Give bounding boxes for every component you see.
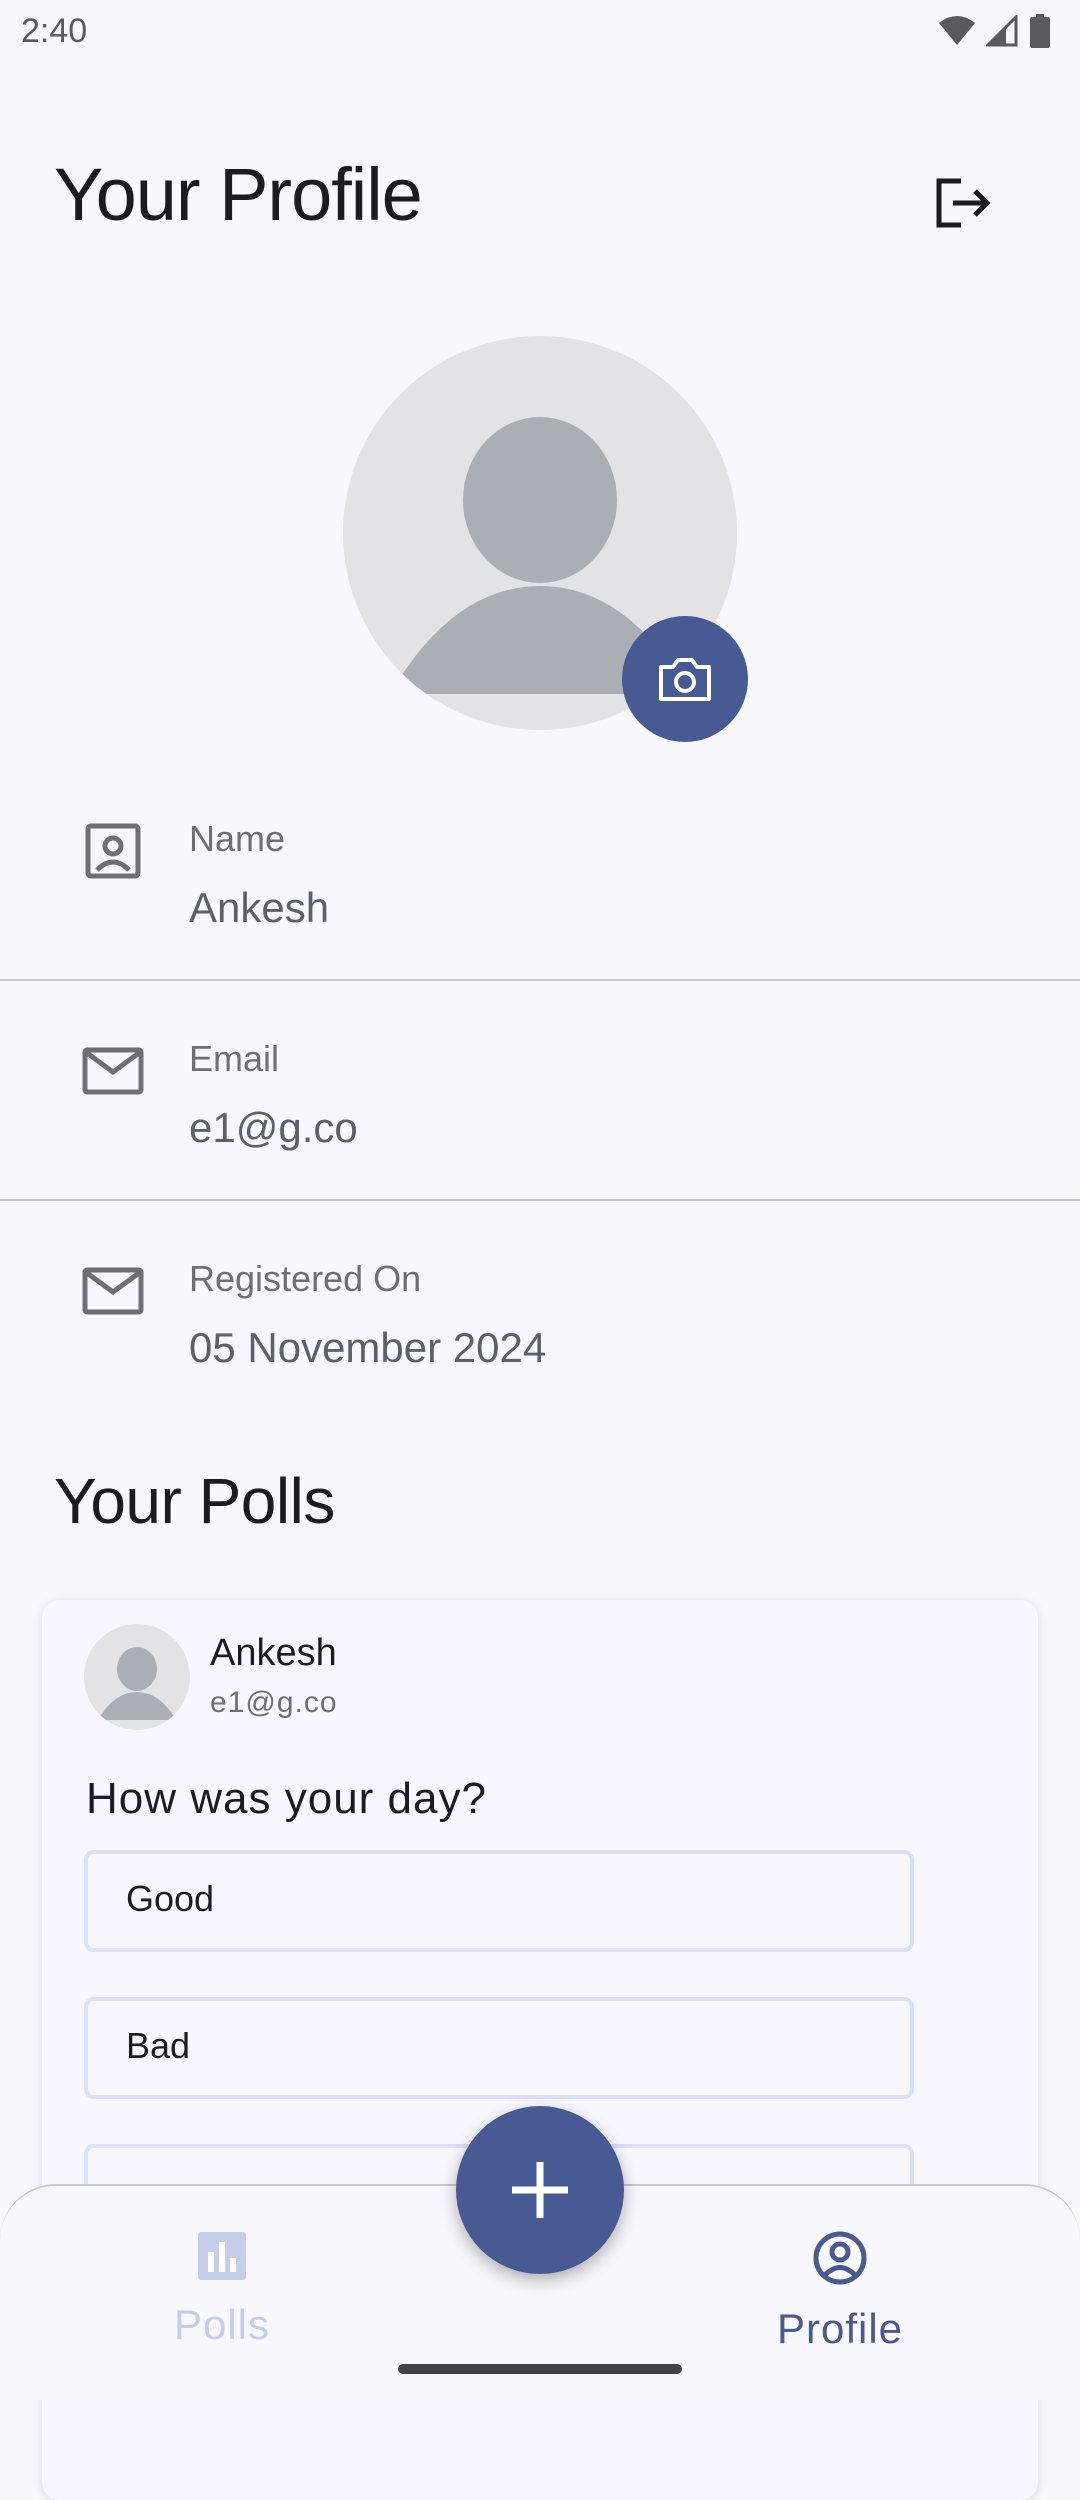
registered-row: Registered On 05 November 2024 xyxy=(0,1218,1080,1438)
poll-option[interactable]: Bad xyxy=(84,1997,914,2099)
registered-value: 05 November 2024 xyxy=(189,1324,547,1371)
person-placeholder-icon xyxy=(98,1647,176,1720)
create-poll-button[interactable] xyxy=(456,2106,624,2274)
email-label: Email xyxy=(189,1038,280,1079)
nav-item-profile[interactable]: Profile xyxy=(710,2230,970,2370)
camera-icon xyxy=(659,658,711,701)
poll-author-name: Ankesh xyxy=(210,1632,337,1674)
poll-question: How was your day? xyxy=(86,1774,487,1823)
mail-icon xyxy=(82,1047,144,1095)
poll-author-email: e1@g.co xyxy=(210,1686,338,1719)
name-row: Name Ankesh xyxy=(0,778,1080,998)
home-indicator[interactable] xyxy=(398,2364,682,2374)
poll-option-label: Good xyxy=(126,1878,215,1919)
cell-signal-icon xyxy=(986,15,1018,47)
bar-chart-icon xyxy=(198,2232,246,2280)
email-row: Email e1@g.co xyxy=(0,998,1080,1218)
contact-card-icon xyxy=(85,823,141,879)
nav-item-label: Profile xyxy=(776,2305,904,2352)
change-photo-button[interactable] xyxy=(622,616,748,742)
name-label: Name xyxy=(189,818,286,859)
status-icons xyxy=(938,14,1050,48)
email-value: e1@g.co xyxy=(189,1104,358,1151)
logout-icon xyxy=(936,178,991,228)
poll-option-label: Bad xyxy=(126,2025,191,2066)
status-time: 2:40 xyxy=(21,12,88,50)
divider xyxy=(0,1199,1080,1201)
poll-option[interactable]: Good xyxy=(84,1850,914,1952)
section-title-polls: Your Polls xyxy=(54,1465,335,1537)
wifi-icon xyxy=(939,16,975,45)
plus-icon xyxy=(512,2162,568,2218)
avatar xyxy=(84,1624,190,1730)
nav-item-polls[interactable]: Polls xyxy=(92,2230,352,2370)
divider xyxy=(0,979,1080,981)
mail-icon xyxy=(82,1267,144,1315)
registered-label: Registered On xyxy=(189,1258,422,1299)
page-title: Your Profile xyxy=(54,153,423,236)
battery-icon xyxy=(1030,14,1050,48)
logout-button[interactable] xyxy=(920,160,1006,246)
account-circle-icon xyxy=(813,2231,867,2285)
name-value: Ankesh xyxy=(189,884,330,931)
nav-item-label: Polls xyxy=(173,2301,271,2348)
